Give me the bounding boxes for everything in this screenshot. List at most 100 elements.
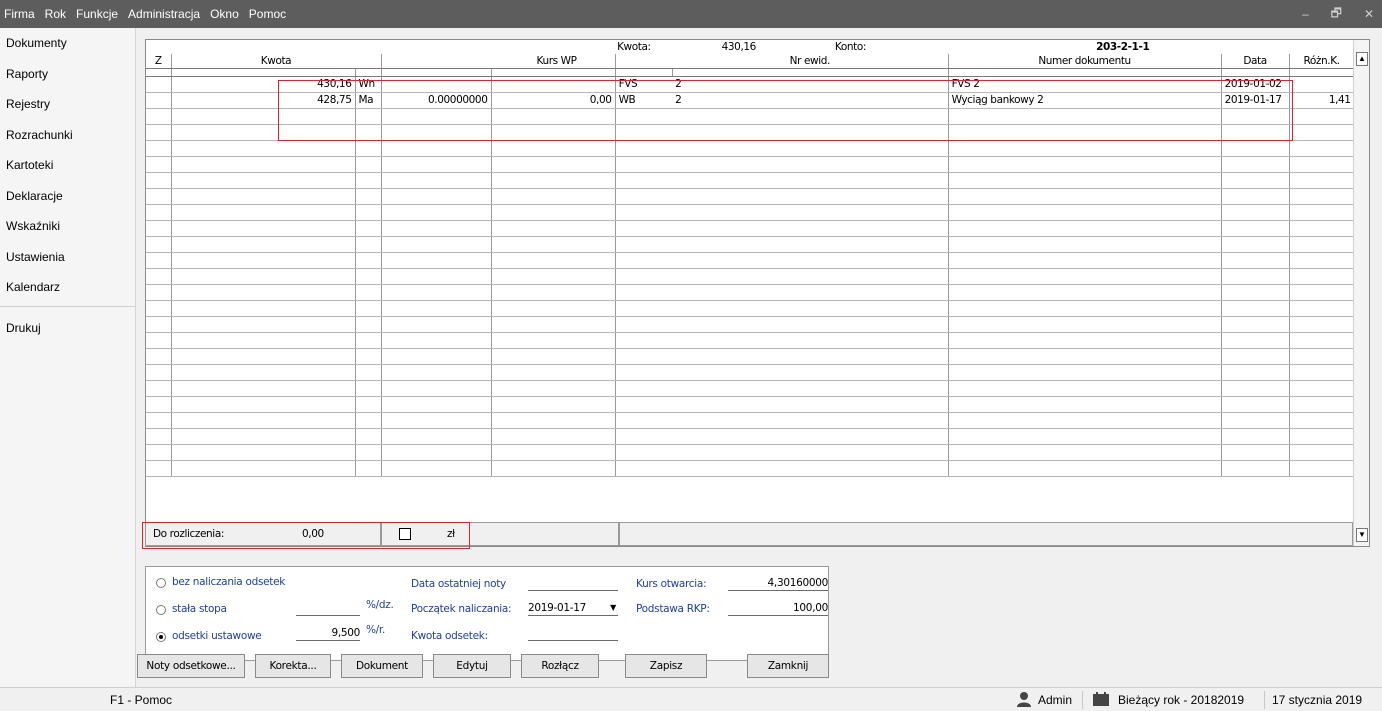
table-cell[interactable] xyxy=(672,460,949,477)
table-row-empty[interactable] xyxy=(146,204,1355,221)
table-cell[interactable] xyxy=(615,268,673,285)
table-cell[interactable] xyxy=(948,412,1222,429)
table-row-empty[interactable] xyxy=(146,236,1355,253)
table-row-empty[interactable] xyxy=(146,332,1355,349)
table-cell[interactable] xyxy=(672,268,949,285)
table-cell[interactable] xyxy=(355,364,382,381)
table-cell[interactable] xyxy=(491,444,616,461)
table-cell[interactable] xyxy=(381,252,492,269)
table-cell[interactable] xyxy=(615,140,673,157)
table-cell[interactable] xyxy=(1221,140,1290,157)
table-cell[interactable] xyxy=(355,108,382,125)
cell-kwota-wp[interactable] xyxy=(491,76,616,93)
table-cell[interactable] xyxy=(381,156,492,173)
table-cell[interactable] xyxy=(1221,252,1290,269)
table-cell[interactable] xyxy=(491,300,616,317)
table-cell[interactable] xyxy=(355,348,382,365)
table-cell[interactable] xyxy=(171,412,356,429)
table-cell[interactable] xyxy=(171,140,356,157)
table-cell[interactable] xyxy=(1221,412,1290,429)
table-cell[interactable] xyxy=(171,236,356,253)
table-cell[interactable] xyxy=(146,204,172,221)
cell-kwota[interactable]: 430,16 xyxy=(171,76,356,93)
menu-pomoc[interactable]: Pomoc xyxy=(244,0,291,28)
table-cell[interactable] xyxy=(1289,460,1355,477)
table-cell[interactable] xyxy=(1289,172,1355,189)
table-cell[interactable] xyxy=(948,156,1222,173)
table-cell[interactable] xyxy=(146,412,172,429)
table-cell[interactable] xyxy=(355,220,382,237)
table-cell[interactable] xyxy=(491,364,616,381)
stala-stopa-input[interactable] xyxy=(296,601,360,616)
table-cell[interactable] xyxy=(672,204,949,221)
table-row[interactable]: 428,75 Ma 0.00000000 0,00 WB 2 Wyciąg bankowy … xyxy=(146,92,1355,109)
table-cell[interactable] xyxy=(171,348,356,365)
cell-diff[interactable]: 1,41 xyxy=(1289,92,1355,109)
table-cell[interactable] xyxy=(171,124,356,141)
table-cell[interactable] xyxy=(615,284,673,301)
cell-diff[interactable] xyxy=(1289,76,1355,93)
table-cell[interactable] xyxy=(1289,364,1355,381)
table-cell[interactable] xyxy=(1289,380,1355,397)
odsetki-ustawowe-input[interactable]: 9,500 xyxy=(296,626,360,641)
table-cell[interactable] xyxy=(1221,124,1290,141)
table-cell[interactable] xyxy=(171,220,356,237)
cell-doc[interactable]: FVS 2 xyxy=(948,76,1222,93)
col-header-rozn-k[interactable]: Różn.K. xyxy=(1289,54,1355,69)
table-cell[interactable] xyxy=(381,348,492,365)
table-cell[interactable] xyxy=(1221,316,1290,333)
table-cell[interactable] xyxy=(672,108,949,125)
table-cell[interactable] xyxy=(491,428,616,445)
cell-date[interactable]: 2019-01-17 xyxy=(1221,92,1290,109)
scroll-up-icon[interactable]: ▲ xyxy=(1356,52,1368,66)
cell-date[interactable]: 2019-01-02 xyxy=(1221,76,1290,93)
table-cell[interactable] xyxy=(381,316,492,333)
table-cell[interactable] xyxy=(1221,380,1290,397)
cell-z[interactable] xyxy=(146,92,172,109)
table-cell[interactable] xyxy=(948,108,1222,125)
cell-ewid-no[interactable]: 2 xyxy=(672,76,949,93)
table-cell[interactable] xyxy=(355,252,382,269)
rate-open-input[interactable]: 4,30160000 xyxy=(728,576,828,591)
table-cell[interactable] xyxy=(171,300,356,317)
table-cell[interactable] xyxy=(381,284,492,301)
table-row-empty[interactable] xyxy=(146,396,1355,413)
table-cell[interactable] xyxy=(381,124,492,141)
col-header-data[interactable]: Data xyxy=(1221,54,1290,69)
table-cell[interactable] xyxy=(381,204,492,221)
table-cell[interactable] xyxy=(672,444,949,461)
amount-input[interactable] xyxy=(528,626,618,641)
table-cell[interactable] xyxy=(672,316,949,333)
table-cell[interactable] xyxy=(948,204,1222,221)
table-cell[interactable] xyxy=(615,156,673,173)
cell-kwota-wp[interactable]: 0,00 xyxy=(491,92,616,109)
col-header-numer-dokumentu[interactable]: Numer dokumentu xyxy=(948,54,1222,69)
table-cell[interactable] xyxy=(171,172,356,189)
table-row-empty[interactable] xyxy=(146,460,1355,477)
table-cell[interactable] xyxy=(491,236,616,253)
table-cell[interactable] xyxy=(491,188,616,205)
cell-kwota[interactable]: 428,75 xyxy=(171,92,356,109)
table-cell[interactable] xyxy=(1289,268,1355,285)
menu-firma[interactable]: Firma xyxy=(0,0,40,28)
table-row-empty[interactable] xyxy=(146,188,1355,205)
table-cell[interactable] xyxy=(1289,124,1355,141)
col-header-nr-ewid[interactable]: Nr ewid. xyxy=(672,54,949,69)
table-cell[interactable] xyxy=(491,156,616,173)
table-cell[interactable] xyxy=(381,108,492,125)
table-cell[interactable] xyxy=(381,300,492,317)
col-header-kurs-wp[interactable]: Kurs WP xyxy=(381,54,616,69)
table-cell[interactable] xyxy=(381,428,492,445)
table-cell[interactable] xyxy=(615,172,673,189)
table-cell[interactable] xyxy=(381,332,492,349)
last-note-input[interactable] xyxy=(528,576,618,591)
close-icon[interactable]: ✕ xyxy=(1364,7,1374,21)
table-cell[interactable] xyxy=(1289,428,1355,445)
cell-side[interactable]: Ma xyxy=(355,92,382,109)
col-header-z[interactable]: Z xyxy=(146,54,172,69)
table-cell[interactable] xyxy=(1289,108,1355,125)
table-row-empty[interactable] xyxy=(146,124,1355,141)
table-cell[interactable] xyxy=(615,236,673,253)
table-cell[interactable] xyxy=(615,316,673,333)
table-cell[interactable] xyxy=(948,348,1222,365)
